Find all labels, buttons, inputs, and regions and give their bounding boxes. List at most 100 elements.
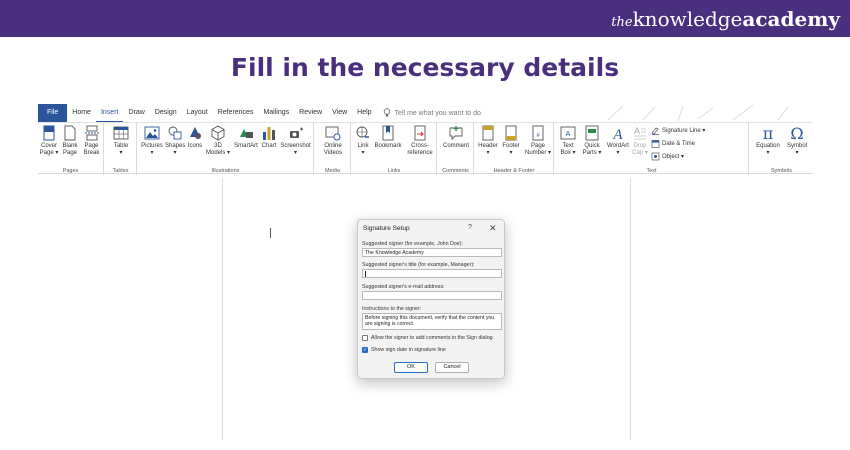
- tab-layout[interactable]: Layout: [182, 104, 213, 122]
- symbol-button[interactable]: Ω Symbol ▾: [784, 125, 810, 157]
- chart-button[interactable]: Chart: [260, 125, 278, 150]
- allow-comments-checkbox[interactable]: Allow the signer to add comments in the …: [362, 335, 493, 341]
- shapes-button[interactable]: Shapes ▾: [165, 125, 185, 157]
- group-tables-label: Tables: [112, 168, 129, 174]
- cross-reference-button[interactable]: Cross- reference: [404, 125, 436, 157]
- drop-cap-button[interactable]: A Drop Cap ▾: [631, 125, 649, 157]
- instructions-input[interactable]: Before signing this document, verify tha…: [362, 313, 502, 330]
- tab-help[interactable]: Help: [352, 104, 376, 122]
- comment-icon: [449, 126, 463, 141]
- show-date-label: Show sign date in signature line: [371, 347, 446, 353]
- tab-view[interactable]: View: [327, 104, 352, 122]
- svg-text:π: π: [763, 125, 774, 141]
- comment-button[interactable]: Comment: [441, 125, 471, 150]
- svg-text:Ω: Ω: [790, 125, 803, 141]
- icons-button[interactable]: Icons: [186, 125, 204, 150]
- tab-home[interactable]: Home: [67, 104, 96, 122]
- cover-page-label-1: Cover: [40, 143, 57, 149]
- online-video-icon: [325, 126, 341, 141]
- page-break-label-1: Page: [84, 143, 99, 149]
- page-number-button[interactable]: # Page Number ▾: [523, 125, 553, 157]
- tab-insert[interactable]: Insert: [95, 104, 124, 122]
- quick-parts-button[interactable]: Quick Parts ▾: [580, 125, 604, 157]
- brand-logo: theknowledgeacademy: [611, 7, 840, 31]
- svg-text:A: A: [566, 131, 571, 138]
- blank-page-button[interactable]: Blank Page: [60, 125, 80, 157]
- svg-text:A: A: [634, 126, 640, 136]
- omega-icon: Ω: [790, 125, 803, 141]
- signer-email-input[interactable]: [362, 291, 502, 300]
- group-tables: Table ▾ Tables: [105, 123, 137, 175]
- link-button[interactable]: Link ▾: [354, 125, 372, 157]
- shapes-label-1: Shapes: [165, 143, 186, 149]
- link-label-1: Link: [357, 143, 369, 149]
- equation-button[interactable]: π Equation ▾: [753, 125, 783, 157]
- cover-page-icon: [43, 125, 55, 141]
- icons-label-1: Icons: [187, 143, 203, 149]
- lightbulb-icon: [383, 108, 390, 117]
- input-caret: [365, 271, 366, 277]
- cover-page-label-2: Page ▾: [39, 150, 59, 156]
- tab-references[interactable]: References: [213, 104, 259, 122]
- tab-draw[interactable]: Draw: [123, 104, 149, 122]
- tab-review[interactable]: Review: [294, 104, 327, 122]
- online-videos-button[interactable]: Online Videos: [319, 125, 347, 157]
- brand-knowledge: knowledge: [632, 7, 743, 31]
- table-label-1: Table: [113, 143, 129, 149]
- page-break-button[interactable]: Page Break: [81, 125, 102, 157]
- cancel-button[interactable]: Cancel: [435, 362, 469, 373]
- close-icon[interactable]: ✕: [489, 223, 497, 234]
- tab-design[interactable]: Design: [150, 104, 182, 122]
- group-illustrations-label: Illustrations: [211, 168, 240, 174]
- table-button[interactable]: Table ▾: [109, 125, 133, 157]
- bookmark-button[interactable]: Bookmark: [373, 125, 403, 150]
- cover-page-button[interactable]: Cover Page ▾: [39, 125, 59, 157]
- header-button[interactable]: Header ▾: [477, 125, 499, 157]
- text-box-button[interactable]: A Text Box ▾: [557, 125, 579, 157]
- signature-setup-dialog: Signature Setup ? ✕ Suggested signer (fo…: [357, 219, 505, 379]
- ok-button[interactable]: OK: [394, 362, 428, 373]
- group-text-label: Text: [646, 168, 657, 174]
- help-button[interactable]: ?: [468, 224, 472, 231]
- text-cursor: [270, 228, 271, 238]
- page-number-label-2: Number ▾: [524, 150, 552, 156]
- pictures-label-2: ▾: [150, 150, 154, 156]
- checkbox-unchecked: [362, 335, 368, 341]
- equation-label-1: Equation: [756, 143, 780, 149]
- tab-file[interactable]: File: [38, 104, 68, 122]
- header-icon: [482, 125, 494, 141]
- object-button[interactable]: Object ▾: [651, 152, 684, 161]
- symbol-label-1: Symbol: [786, 143, 807, 149]
- blank-page-icon: [64, 125, 76, 141]
- pictures-icon: [144, 126, 160, 140]
- quick-parts-label-2: Parts ▾: [582, 150, 602, 156]
- bookmark-icon: [382, 125, 394, 141]
- show-date-checkbox[interactable]: ✓ Show sign date in signature line: [362, 347, 446, 353]
- signature-line-button[interactable]: Signature Line ▾: [651, 126, 705, 135]
- drop-cap-icon: A: [634, 126, 646, 140]
- group-header-footer-label: Header & Footer: [493, 168, 535, 174]
- header-label-2: ▾: [486, 150, 490, 156]
- date-time-button[interactable]: Date & Time: [651, 139, 695, 148]
- screenshot-button[interactable]: Screenshot ▾: [279, 125, 312, 157]
- tell-me-search[interactable]: Tell me what you want to do: [383, 108, 481, 118]
- wordart-icon: A: [612, 127, 623, 141]
- 3d-models-button[interactable]: 3D Models ▾: [205, 125, 231, 157]
- smartart-label-1: SmartArt: [234, 143, 258, 149]
- pictures-button[interactable]: Pictures ▾: [140, 125, 164, 157]
- footer-icon: [505, 125, 517, 141]
- wordart-button[interactable]: A WordArt ▾: [605, 125, 631, 157]
- page-break-label-2: Break: [83, 150, 100, 156]
- signer-title-input[interactable]: [362, 269, 502, 278]
- tab-mailings[interactable]: Mailings: [258, 104, 294, 122]
- quick-parts-icon: [585, 125, 599, 141]
- footer-button[interactable]: Footer ▾: [500, 125, 522, 157]
- smartart-button[interactable]: SmartArt: [232, 125, 260, 150]
- cross-reference-label-1: Cross-: [411, 143, 429, 149]
- shapes-label-2: ▾: [173, 150, 177, 156]
- cross-reference-icon: [414, 125, 426, 141]
- signer-name-input[interactable]: The Knowledge Academy: [362, 248, 502, 257]
- object-icon: [651, 152, 660, 161]
- group-pages-label: Pages: [62, 168, 79, 174]
- header-label-1: Header: [478, 143, 498, 149]
